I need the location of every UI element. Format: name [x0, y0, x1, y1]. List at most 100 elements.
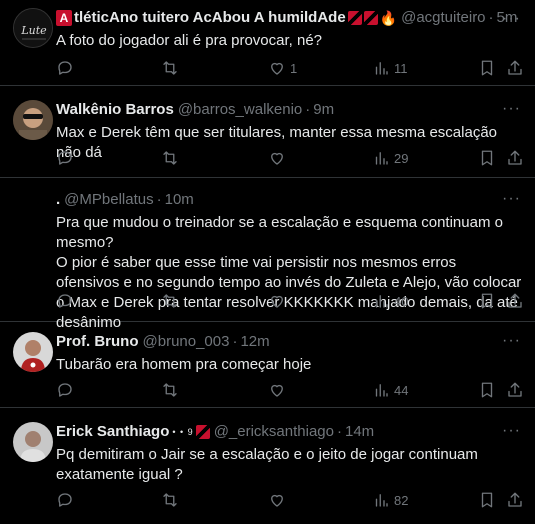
tweet-text: Pq demitiram o Jair se a escalação e o j… [56, 446, 483, 483]
tweet-5[interactable]: Erick Santhiago • • 9 @_ericksanthiago ·… [0, 408, 535, 524]
tweet-header: A tléticAno tuitero AcAbou A humildAde 🔥… [56, 8, 523, 28]
like-button[interactable]: 1 [268, 58, 297, 78]
timestamp[interactable]: 9m [313, 100, 334, 120]
like-icon [271, 384, 283, 397]
bookmark-button[interactable] [478, 58, 496, 78]
bookmark-icon [481, 150, 493, 166]
share-button[interactable] [506, 490, 524, 510]
avatar-image [13, 100, 53, 140]
like-button[interactable] [268, 291, 290, 311]
action-bar: 29 [56, 148, 526, 168]
avatar[interactable] [13, 100, 53, 140]
more-options-icon[interactable]: ··· [502, 10, 521, 28]
retweet-button[interactable] [161, 291, 179, 311]
bookmark-button[interactable] [478, 148, 496, 168]
more-options-icon[interactable]: ··· [502, 422, 521, 440]
handle[interactable]: @_ericksanthiago [214, 422, 334, 442]
like-button[interactable] [268, 380, 290, 400]
retweet-button[interactable] [161, 58, 179, 78]
views-icon [375, 62, 388, 75]
timestamp[interactable]: 10m [165, 190, 194, 210]
tweet-2[interactable]: Walkênio Barros @barros_walkenio · 9m Ma… [0, 86, 535, 178]
like-icon [271, 152, 283, 165]
views-icon [375, 152, 388, 165]
avatar[interactable] [13, 422, 53, 462]
share-button[interactable] [506, 380, 524, 400]
views-button[interactable]: 11 [372, 58, 408, 78]
tweet-text: Tubarão era homem pra começar hoje [56, 356, 312, 373]
view-count: 29 [394, 150, 409, 166]
reply-button[interactable] [56, 58, 74, 78]
club-logo-icon: A [56, 10, 72, 26]
tweet-header: . @MPbellatus · 10m [56, 190, 523, 210]
separator: · [336, 423, 342, 440]
more-options-icon[interactable]: ··· [502, 190, 521, 208]
view-count: 44 [394, 382, 409, 398]
handle[interactable]: @bruno_003 [143, 332, 230, 352]
reply-button[interactable] [56, 490, 74, 510]
reply-button[interactable] [56, 380, 74, 400]
reply-icon [58, 493, 72, 507]
timestamp[interactable]: 12m [240, 332, 269, 352]
handle[interactable]: @barros_walkenio [178, 100, 302, 120]
views-icon [375, 384, 388, 397]
tweet-header: Walkênio Barros @barros_walkenio · 9m [56, 100, 523, 120]
timestamp[interactable]: 14m [345, 422, 374, 442]
like-count: 1 [290, 60, 298, 76]
share-icon [508, 293, 522, 308]
avatar-image [13, 332, 53, 372]
more-options-icon[interactable]: ··· [502, 100, 521, 118]
flag-icon [363, 11, 378, 25]
display-name[interactable]: tléticAno tuitero AcAbou A humildAde [74, 8, 346, 28]
reply-button[interactable] [56, 291, 74, 311]
bookmark-button[interactable] [478, 380, 496, 400]
retweet-button[interactable] [161, 148, 179, 168]
share-button[interactable] [506, 148, 524, 168]
handle[interactable]: @acgtuiteiro [401, 8, 485, 28]
tweet-content: A tléticAno tuitero AcAbou A humildAde 🔥… [56, 8, 523, 51]
flag-icon [347, 11, 362, 25]
display-name[interactable]: Prof. Bruno [56, 332, 139, 352]
reply-button[interactable] [56, 148, 74, 168]
tweet-4[interactable]: Prof. Bruno @bruno_003 · 12m Tubarão era… [0, 322, 535, 408]
tweet-content: Prof. Bruno @bruno_003 · 12m Tubarão era… [56, 332, 523, 375]
retweet-icon [163, 61, 177, 75]
share-button[interactable] [506, 58, 524, 78]
like-button[interactable] [268, 148, 290, 168]
share-button[interactable] [506, 291, 524, 311]
bookmark-button[interactable] [478, 291, 496, 311]
display-name[interactable]: Erick Santhiago [56, 422, 169, 442]
tweet-1[interactable]: Lute A tléticAno tuitero AcAbou A humild… [0, 0, 535, 86]
share-icon [508, 60, 522, 75]
retweet-icon [163, 493, 177, 507]
tweet-text: Pra que mudou o treinador se a escalação… [56, 214, 522, 331]
tweet-header: Prof. Bruno @bruno_003 · 12m [56, 332, 523, 352]
more-options-icon[interactable]: ··· [502, 332, 521, 350]
bookmark-icon [481, 382, 493, 398]
retweet-button[interactable] [161, 380, 179, 400]
reply-feed: Lute A tléticAno tuitero AcAbou A humild… [0, 0, 535, 524]
views-button[interactable]: 82 [372, 490, 408, 510]
views-button[interactable]: 40 [372, 291, 408, 311]
like-button[interactable] [268, 490, 290, 510]
display-name[interactable]: Walkênio Barros [56, 100, 174, 120]
bookmark-button[interactable] [478, 490, 496, 510]
bookmark-icon [481, 60, 493, 76]
handle[interactable]: @MPbellatus [64, 190, 153, 210]
retweet-button[interactable] [161, 490, 179, 510]
action-bar: 1 11 [56, 58, 526, 78]
views-button[interactable]: 29 [372, 148, 408, 168]
reply-icon [58, 294, 72, 308]
avatar[interactable]: Lute [13, 8, 53, 48]
tweet-3[interactable]: . @MPbellatus · 10m Pra que mudou o trei… [0, 178, 535, 331]
reply-icon [58, 383, 72, 397]
tweet-content: Erick Santhiago • • 9 @_ericksanthiago ·… [56, 422, 523, 485]
share-icon [508, 150, 522, 165]
separator: · [488, 9, 494, 26]
name-emoji-decoration: • • 9 [172, 427, 194, 437]
view-count: 40 [394, 293, 409, 309]
retweet-icon [163, 383, 177, 397]
display-name[interactable]: . [56, 190, 60, 210]
views-button[interactable]: 44 [372, 380, 408, 400]
avatar[interactable] [13, 332, 53, 372]
